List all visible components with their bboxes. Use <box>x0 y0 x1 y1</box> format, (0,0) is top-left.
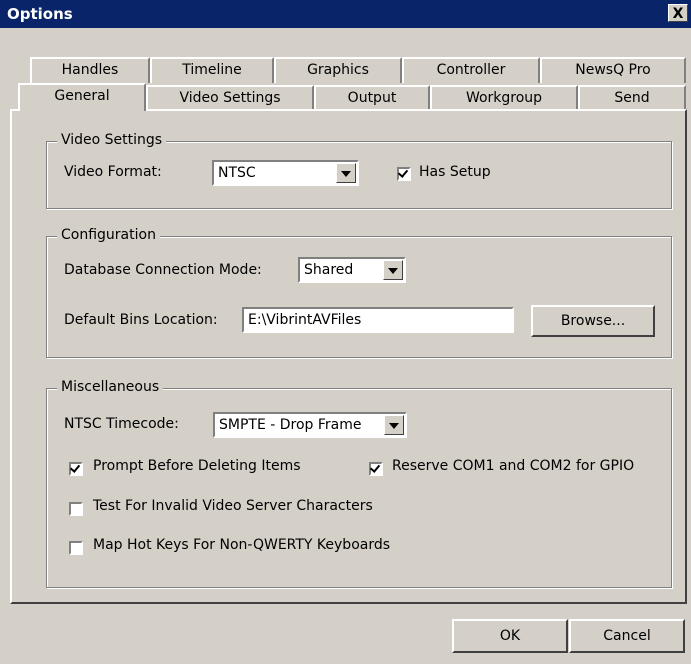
tab-newsq-pro[interactable]: NewsQ Pro <box>540 57 686 83</box>
miscellaneous-legend: Miscellaneous <box>57 379 164 395</box>
chevron-down-icon[interactable] <box>384 415 404 435</box>
reserve-com-checkbox[interactable] <box>369 462 383 476</box>
has-setup-label: Has Setup <box>419 164 491 180</box>
title-bar[interactable]: Options X <box>0 0 691 28</box>
close-button[interactable]: X <box>668 4 688 22</box>
db-mode-label: Database Connection Mode: <box>64 262 262 278</box>
tab-video-settings[interactable]: Video Settings <box>146 85 314 111</box>
bins-location-label: Default Bins Location: <box>64 312 218 328</box>
tab-label: General <box>54 88 110 104</box>
has-setup-checkbox[interactable] <box>397 167 411 181</box>
test-invalid-chars-checkbox[interactable] <box>69 502 83 516</box>
map-hotkeys-label: Map Hot Keys For Non-QWERTY Keyboards <box>93 537 391 553</box>
tab-send[interactable]: Send <box>578 85 686 111</box>
db-mode-value: Shared <box>304 262 354 278</box>
ntsc-timecode-label: NTSC Timecode: <box>64 416 179 432</box>
video-format-select[interactable]: NTSC <box>212 160 359 186</box>
tab-controller[interactable]: Controller <box>402 57 540 83</box>
prompt-delete-label: Prompt Before Deleting Items <box>93 458 301 474</box>
tab-label: Handles <box>61 62 119 78</box>
tab-handles[interactable]: Handles <box>30 57 150 83</box>
cancel-button[interactable]: Cancel <box>569 619 685 653</box>
tab-label: Video Settings <box>179 90 281 106</box>
prompt-delete-checkbox[interactable] <box>69 462 83 476</box>
video-format-label: Video Format: <box>64 164 162 180</box>
ntsc-timecode-select[interactable]: SMPTE - Drop Frame <box>213 412 407 438</box>
ntsc-timecode-value: SMPTE - Drop Frame <box>219 417 362 433</box>
ok-button[interactable]: OK <box>452 619 568 653</box>
tab-graphics[interactable]: Graphics <box>274 57 402 83</box>
tab-label: Workgroup <box>465 90 543 106</box>
tab-workgroup[interactable]: Workgroup <box>430 85 578 111</box>
map-hotkeys-checkbox[interactable] <box>69 541 83 555</box>
tab-label: Graphics <box>307 62 369 78</box>
configuration-legend: Configuration <box>57 227 160 243</box>
tab-label: Send <box>614 90 650 106</box>
tab-output[interactable]: Output <box>314 85 430 111</box>
tab-label: Controller <box>436 62 506 78</box>
browse-button[interactable]: Browse... <box>531 305 655 337</box>
close-icon: X <box>672 6 684 22</box>
tab-general[interactable]: General <box>18 83 146 111</box>
bins-location-input[interactable]: E:\VibrintAVFiles <box>242 307 514 333</box>
tab-label: NewsQ Pro <box>575 62 651 78</box>
db-mode-select[interactable]: Shared <box>298 257 406 283</box>
configuration-group: Configuration Database Connection Mode: … <box>46 227 672 358</box>
chevron-down-icon[interactable] <box>383 260 403 280</box>
video-format-value: NTSC <box>218 165 256 181</box>
tab-label: Timeline <box>182 62 242 78</box>
video-settings-legend: Video Settings <box>57 132 167 148</box>
general-tab-panel: Video Settings Video Format: NTSC Has Se… <box>10 109 687 604</box>
window-title: Options <box>7 5 73 23</box>
miscellaneous-group: Miscellaneous NTSC Timecode: SMPTE - Dro… <box>46 379 672 588</box>
video-settings-group: Video Settings Video Format: NTSC Has Se… <box>46 132 672 209</box>
tab-label: Output <box>347 90 397 106</box>
chevron-down-icon[interactable] <box>336 163 356 183</box>
tab-timeline[interactable]: Timeline <box>150 57 274 83</box>
test-invalid-chars-label: Test For Invalid Video Server Characters <box>93 498 373 514</box>
options-dialog: Options X Handles Timeline Graphics Cont… <box>0 0 691 664</box>
reserve-com-label: Reserve COM1 and COM2 for GPIO <box>392 458 635 474</box>
